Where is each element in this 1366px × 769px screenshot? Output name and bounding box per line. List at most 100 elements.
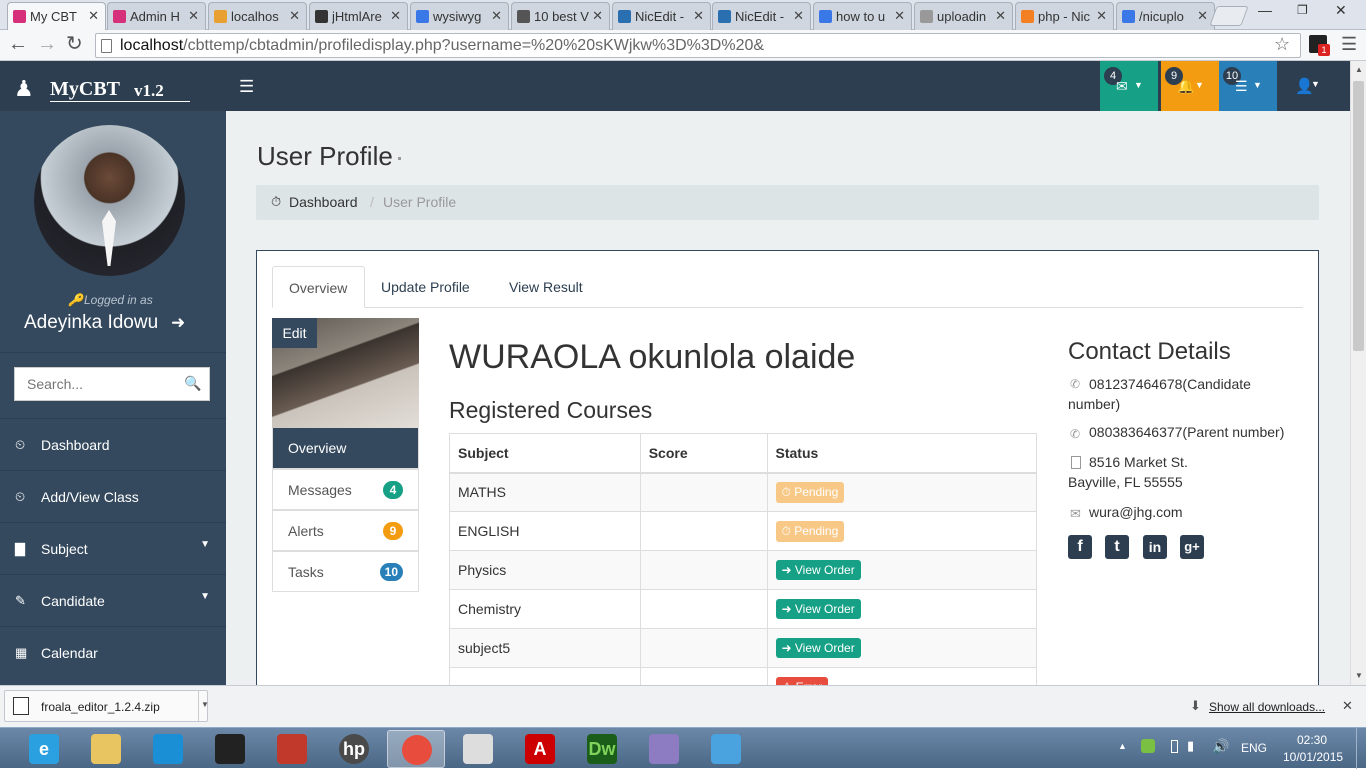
search-icon[interactable]: 🔍 xyxy=(184,375,201,392)
minimize-button[interactable]: — xyxy=(1258,2,1272,18)
browser-tab[interactable]: jHtmlAre ✕ xyxy=(309,2,408,30)
close-icon[interactable]: ✕ xyxy=(390,8,401,24)
battery-icon[interactable] xyxy=(1171,740,1178,753)
close-icon[interactable]: ✕ xyxy=(995,8,1006,24)
profile-menu-overview[interactable]: Overview xyxy=(272,428,419,469)
download-item[interactable]: froala_editor_1.2.4.zip ▼ xyxy=(4,690,209,722)
close-icon[interactable]: ✕ xyxy=(188,8,199,24)
back-icon[interactable]: ← xyxy=(8,34,28,54)
scroll-down-icon[interactable]: ▼ xyxy=(1355,671,1363,680)
scrollbar-thumb[interactable] xyxy=(1353,81,1364,351)
profile-menu-alerts[interactable]: Alerts 9 xyxy=(272,510,419,551)
google-plus-icon[interactable]: g+ xyxy=(1180,535,1204,559)
show-desktop-button[interactable] xyxy=(1356,728,1366,769)
close-icon[interactable]: ✕ xyxy=(793,8,804,24)
taskbar-app[interactable] xyxy=(697,730,755,768)
rocket-icon xyxy=(153,734,183,764)
taskbar-app[interactable]: e xyxy=(15,730,73,768)
taskbar-app[interactable] xyxy=(387,730,445,768)
close-icon[interactable]: ✕ xyxy=(491,8,502,24)
dreamweaver-icon: Dw xyxy=(587,734,617,764)
bookmark-star-icon[interactable]: ☆ xyxy=(1274,34,1290,55)
network-icon[interactable]: ▮ xyxy=(1187,738,1194,754)
close-icon[interactable]: ✕ xyxy=(693,8,704,24)
tab-view-result[interactable]: View Result xyxy=(493,266,601,308)
profile-menu-messages[interactable]: Messages 4 xyxy=(272,469,419,510)
search-input[interactable] xyxy=(15,368,175,400)
sidebar-item-dashboard[interactable]: ⏲ Dashboard xyxy=(0,418,226,470)
show-all-downloads-link[interactable]: Show all downloads... xyxy=(1209,700,1325,714)
taskbar-app[interactable] xyxy=(635,730,693,768)
sidebar-item-subject[interactable]: ▇ Subject ▼ xyxy=(0,522,226,574)
status-label[interactable]: ➜ View Order xyxy=(775,638,861,658)
tab-overview[interactable]: Overview xyxy=(272,266,365,308)
restore-button[interactable]: ❐ xyxy=(1297,3,1308,17)
extension-icon[interactable]: 1 xyxy=(1309,35,1330,56)
twitter-icon[interactable]: t xyxy=(1105,535,1129,559)
browser-tab[interactable]: 10 best V ✕ xyxy=(511,2,610,30)
tab-update-profile[interactable]: Update Profile xyxy=(365,266,493,308)
edit-photo-button[interactable]: Edit xyxy=(272,318,317,348)
status-text: View Order xyxy=(794,563,855,577)
close-icon[interactable]: ✕ xyxy=(592,8,603,24)
browser-tab[interactable]: My CBT ✕ xyxy=(7,2,106,31)
cell-score xyxy=(639,472,768,512)
browser-tab[interactable]: php - Nic ✕ xyxy=(1015,2,1114,30)
browser-tab[interactable]: /nicuplo ✕ xyxy=(1116,2,1215,30)
menu-toggle-icon[interactable]: ☰ xyxy=(239,77,254,97)
linkedin-icon[interactable]: in xyxy=(1143,535,1167,559)
taskbar-app[interactable]: A xyxy=(511,730,569,768)
notification-dropdown[interactable]: 10 ☰ ▼ xyxy=(1219,61,1277,111)
browser-tab[interactable]: NicEdit - ✕ xyxy=(712,2,811,30)
language-indicator[interactable]: ENG xyxy=(1241,741,1267,755)
close-icon[interactable]: ✕ xyxy=(88,8,99,24)
scroll-up-icon[interactable]: ▲ xyxy=(1355,65,1363,74)
breadcrumb-home[interactable]: Dashboard xyxy=(289,194,358,210)
menu-icon[interactable]: ☰ xyxy=(1341,34,1357,54)
brand[interactable]: ♟ MyCBT v1.2 xyxy=(0,61,226,111)
chevron-down-icon[interactable]: ▼ xyxy=(201,700,209,709)
volume-icon[interactable]: 🔊 xyxy=(1212,738,1229,755)
close-icon[interactable]: ✕ xyxy=(894,8,905,24)
facebook-icon[interactable]: f xyxy=(1068,535,1092,559)
taskbar-app[interactable] xyxy=(263,730,321,768)
browser-tab[interactable]: how to u ✕ xyxy=(813,2,912,30)
status-label[interactable]: ⚠ Error xyxy=(775,677,829,685)
forward-icon[interactable]: → xyxy=(37,34,57,54)
taskbar-app[interactable]: hp xyxy=(325,730,383,768)
sidebar-item-add-view-class[interactable]: ⏲ Add/View Class xyxy=(0,470,226,522)
tray-app-icon[interactable] xyxy=(1141,739,1155,753)
notification-dropdown[interactable]: 4 ✉ ▼ xyxy=(1100,61,1158,111)
page-scrollbar[interactable]: ▲ ▼ xyxy=(1350,61,1366,685)
tray-expand-icon[interactable]: ▲ xyxy=(1118,741,1127,751)
browser-tab[interactable]: NicEdit - ✕ xyxy=(612,2,711,30)
user-menu[interactable]: 👤 ▼ xyxy=(1276,61,1350,111)
taskbar-app[interactable]: Dw xyxy=(573,730,631,768)
taskbar-app[interactable] xyxy=(77,730,135,768)
close-icon[interactable]: ✕ xyxy=(1096,8,1107,24)
profile-menu-tasks[interactable]: Tasks 10 xyxy=(272,551,419,592)
profile-menu-label: Tasks xyxy=(288,564,324,580)
taskbar-app[interactable] xyxy=(449,730,507,768)
logout-icon[interactable]: ➜ xyxy=(171,313,185,333)
reload-icon[interactable]: ↻ xyxy=(66,34,83,54)
clock-time[interactable]: 02:30 xyxy=(1297,733,1327,747)
browser-tab[interactable]: uploadin ✕ xyxy=(914,2,1013,30)
browser-tab[interactable]: localhos ✕ xyxy=(208,2,307,30)
taskbar-app[interactable] xyxy=(201,730,259,768)
contact-phone-parent: 080383646377(Parent number) xyxy=(1089,424,1285,440)
browser-tab[interactable]: wysiwyg ✕ xyxy=(410,2,509,30)
close-window-button[interactable]: ✕ xyxy=(1335,2,1347,19)
status-label[interactable]: ➜ View Order xyxy=(775,599,861,619)
browser-tab[interactable]: Admin H ✕ xyxy=(107,2,206,30)
status-label[interactable]: ➜ View Order xyxy=(775,560,861,580)
close-downloads-icon[interactable]: ✕ xyxy=(1342,698,1353,714)
sidebar-item-candidate[interactable]: ✎ Candidate ▼ xyxy=(0,574,226,626)
close-icon[interactable]: ✕ xyxy=(289,8,300,24)
sidebar-item-calendar[interactable]: ▦ Calendar xyxy=(0,626,226,678)
address-bar[interactable]: localhost/cbttemp/cbtadmin/profiledispla… xyxy=(95,33,1301,58)
clock-date[interactable]: 10/01/2015 xyxy=(1283,750,1343,764)
taskbar-app[interactable] xyxy=(139,730,197,768)
close-icon[interactable]: ✕ xyxy=(1197,8,1208,24)
notification-dropdown[interactable]: 9 🔔 ▼ xyxy=(1161,61,1219,111)
